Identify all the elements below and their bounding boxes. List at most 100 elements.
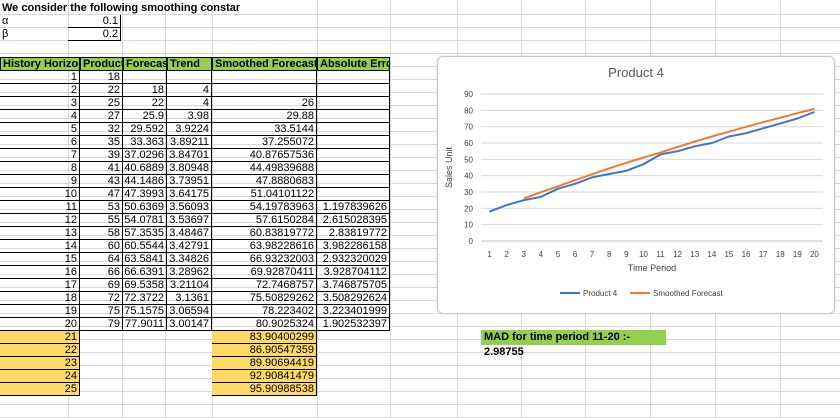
table-cell[interactable] <box>317 149 390 162</box>
table-cell[interactable]: 37.0296 <box>123 149 167 162</box>
table-cell[interactable]: 1.902532397 <box>317 318 390 331</box>
table-cell[interactable]: 44.1486 <box>123 175 167 188</box>
table-cell[interactable]: 78.223402 <box>212 305 317 318</box>
table-cell[interactable]: 40.87657536 <box>212 149 317 162</box>
mad-result[interactable]: MAD for time period 11-20 :- 2.98755 <box>481 330 666 358</box>
table-cell[interactable]: 25.9 <box>123 110 167 123</box>
table-cell[interactable]: 3.42791 <box>167 240 212 253</box>
table-cell[interactable]: 18 <box>80 71 123 84</box>
column-header[interactable]: Absolute Error <box>317 57 390 71</box>
column-header[interactable]: Smoothed Forecast <box>212 57 317 71</box>
table-cell[interactable]: 29.88 <box>212 110 317 123</box>
table-cell[interactable]: 2.932320029 <box>317 253 390 266</box>
future-forecast-cell[interactable]: 95.90988538 <box>212 383 317 396</box>
table-cell[interactable]: 66.93232003 <box>212 253 317 266</box>
table-cell[interactable]: 3.746875705 <box>317 279 390 292</box>
table-cell[interactable]: 44.49839688 <box>212 162 317 175</box>
table-cell[interactable]: 15 <box>0 253 80 266</box>
table-cell[interactable]: 3.98 <box>167 110 212 123</box>
table-cell[interactable]: 72 <box>80 292 123 305</box>
table-cell[interactable]: 25 <box>80 97 123 110</box>
table-cell[interactable]: 27 <box>80 110 123 123</box>
forecast-period-cell[interactable]: 25 <box>0 383 80 396</box>
column-header[interactable]: Trend <box>167 57 212 71</box>
table-cell[interactable]: 69.92870411 <box>212 266 317 279</box>
table-cell[interactable] <box>317 97 390 110</box>
table-cell[interactable]: 13 <box>0 227 80 240</box>
table-cell[interactable]: 3 <box>0 97 80 110</box>
table-cell[interactable]: 2.615028395 <box>317 214 390 227</box>
table-cell[interactable]: 3.1361 <box>167 292 212 305</box>
table-cell[interactable]: 77.9011 <box>123 318 167 331</box>
table-cell[interactable]: 33.5144 <box>212 123 317 136</box>
table-cell[interactable]: 60 <box>80 240 123 253</box>
table-cell[interactable]: 37.255072 <box>212 136 317 149</box>
table-cell[interactable]: 19 <box>0 305 80 318</box>
table-cell[interactable]: 14 <box>0 240 80 253</box>
table-cell[interactable]: 2.83819772 <box>317 227 390 240</box>
column-header[interactable]: History Horizon <box>0 57 80 71</box>
table-cell[interactable]: 3.73951 <box>167 175 212 188</box>
forecast-period-cell[interactable]: 21 <box>0 331 80 344</box>
table-cell[interactable]: 80.9025324 <box>212 318 317 331</box>
table-cell[interactable]: 63.5841 <box>123 253 167 266</box>
table-cell[interactable] <box>317 175 390 188</box>
table-cell[interactable]: 1 <box>0 71 80 84</box>
table-cell[interactable]: 39 <box>80 149 123 162</box>
table-cell[interactable]: 16 <box>0 266 80 279</box>
table-cell[interactable]: 75 <box>80 305 123 318</box>
table-cell[interactable] <box>317 136 390 149</box>
table-cell[interactable]: 10 <box>0 188 80 201</box>
table-cell[interactable] <box>317 71 390 84</box>
table-cell[interactable]: 57.3535 <box>123 227 167 240</box>
table-cell[interactable] <box>212 84 317 97</box>
future-forecast-cell[interactable]: 89.90694419 <box>212 357 317 370</box>
table-cell[interactable]: 5 <box>0 123 80 136</box>
table-cell[interactable]: 75.1575 <box>123 305 167 318</box>
table-cell[interactable]: 57.6150284 <box>212 214 317 227</box>
table-cell[interactable]: 3.80948 <box>167 162 212 175</box>
table-cell[interactable]: 3.06594 <box>167 305 212 318</box>
table-cell[interactable]: 3.21104 <box>167 279 212 292</box>
table-cell[interactable] <box>123 71 167 84</box>
table-cell[interactable]: 3.28962 <box>167 266 212 279</box>
table-cell[interactable]: 32 <box>80 123 123 136</box>
table-cell[interactable]: 66.6391 <box>123 266 167 279</box>
table-cell[interactable]: 3.84701 <box>167 149 212 162</box>
table-cell[interactable]: 4 <box>0 110 80 123</box>
table-cell[interactable]: 1.197839626 <box>317 201 390 214</box>
table-cell[interactable]: 55 <box>80 214 123 227</box>
table-cell[interactable] <box>317 84 390 97</box>
table-cell[interactable]: 3.64175 <box>167 188 212 201</box>
table-cell[interactable]: 17 <box>0 279 80 292</box>
table-cell[interactable]: 43 <box>80 175 123 188</box>
column-header[interactable]: Product 4 <box>80 57 123 71</box>
table-cell[interactable]: 54.0781 <box>123 214 167 227</box>
table-cell[interactable]: 8 <box>0 162 80 175</box>
table-cell[interactable]: 29.592 <box>123 123 167 136</box>
table-cell[interactable]: 60.83819772 <box>212 227 317 240</box>
future-forecast-cell[interactable]: 86.90547359 <box>212 344 317 357</box>
table-cell[interactable]: 72.3722 <box>123 292 167 305</box>
table-cell[interactable]: 18 <box>123 84 167 97</box>
forecast-period-cell[interactable]: 24 <box>0 370 80 383</box>
table-cell[interactable]: 3.982286158 <box>317 240 390 253</box>
table-cell[interactable]: 47.3993 <box>123 188 167 201</box>
table-cell[interactable]: 64 <box>80 253 123 266</box>
table-cell[interactable]: 7 <box>0 149 80 162</box>
future-forecast-cell[interactable]: 92.90841479 <box>212 370 317 383</box>
table-cell[interactable]: 33.363 <box>123 136 167 149</box>
table-cell[interactable]: 47 <box>80 188 123 201</box>
table-cell[interactable]: 4 <box>167 97 212 110</box>
table-cell[interactable]: 9 <box>0 175 80 188</box>
table-cell[interactable] <box>167 71 212 84</box>
table-cell[interactable] <box>317 110 390 123</box>
table-cell[interactable]: 4 <box>167 84 212 97</box>
future-forecast-cell[interactable]: 83.90400299 <box>212 331 317 344</box>
table-cell[interactable]: 22 <box>123 97 167 110</box>
table-cell[interactable]: 3.00147 <box>167 318 212 331</box>
table-cell[interactable]: 69.5358 <box>123 279 167 292</box>
table-cell[interactable] <box>317 162 390 175</box>
alpha-value[interactable]: 0.1 <box>68 15 121 28</box>
table-cell[interactable]: 72.7468757 <box>212 279 317 292</box>
